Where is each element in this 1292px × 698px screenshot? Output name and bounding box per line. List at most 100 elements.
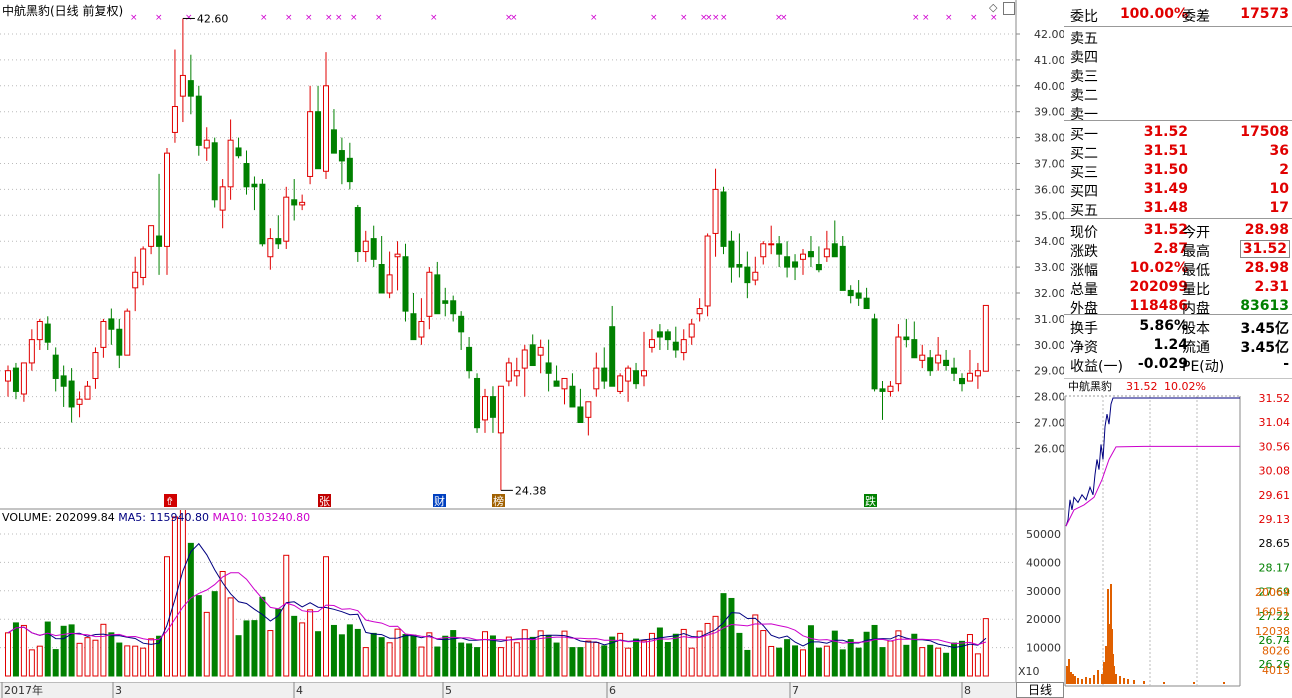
candle-body <box>633 370 640 385</box>
price-tick-label: 34.00 <box>1034 235 1064 248</box>
candle-body <box>362 240 369 253</box>
quote-panel: 委比 100.00% 委差 17573 卖五 卖四 卖三 卖二 卖一 买一 31.52 17… <box>1064 0 1292 378</box>
candle-body <box>386 274 393 294</box>
diamond-icon[interactable]: ◇ <box>989 1 997 14</box>
volume-bar <box>386 642 393 677</box>
candle-body <box>52 354 59 379</box>
date-tick-label: 6 <box>609 684 616 697</box>
intraday-tick-label: 30.08 <box>1259 465 1291 478</box>
candle-body <box>529 344 536 367</box>
candle-body <box>394 253 401 258</box>
candle-body <box>497 385 504 434</box>
candle-body <box>267 238 274 258</box>
volume-bar <box>482 631 488 677</box>
bid-volume: 17508 <box>1240 124 1289 140</box>
marker-x: × <box>912 13 920 23</box>
volume-bar <box>720 593 727 677</box>
event-marker[interactable]: 跌 <box>864 494 877 508</box>
volume-bar <box>760 630 767 677</box>
date-tick-label: 5 <box>445 684 452 697</box>
candle-body <box>712 188 719 234</box>
candle-body <box>943 359 950 367</box>
volume-bar <box>839 649 846 677</box>
candle-body <box>768 243 775 246</box>
volume-bar <box>927 644 934 677</box>
volume-bar <box>601 645 608 677</box>
stat-row: 收益(一) -0.029 PE(动) - <box>1064 354 1292 376</box>
candle-body <box>959 377 965 385</box>
volume-bar <box>36 645 43 677</box>
intraday-tick-label: 28.17 <box>1259 561 1291 574</box>
candle-body <box>219 186 226 211</box>
volume-chart[interactable]: 50000 40000 30000 20000 10000 X10 <box>0 510 1064 682</box>
candle[interactable] <box>211 137 218 208</box>
candle-body <box>346 157 353 183</box>
volume-legend: VOLUME: 202099.84 MA5: 115940.80 MA10: 1… <box>2 511 310 524</box>
marker-x: × <box>305 13 313 23</box>
volume-bar <box>505 636 512 677</box>
volume-bar <box>370 632 377 677</box>
stat-value: 10.02% <box>1129 260 1188 276</box>
candle[interactable] <box>704 233 711 317</box>
period-button[interactable]: 日线 <box>1016 682 1064 698</box>
date-axis: 2017年 3 4 5 6 7 8 <box>0 682 1064 698</box>
candlestick-chart[interactable]: 42.00 41.00 40.00 39.00 38.00 37.00 36.00 35.00… <box>0 0 1064 510</box>
intraday-vol-tick-label: 4013 <box>1262 664 1290 677</box>
volume-bar <box>943 652 950 677</box>
event-marker[interactable]: 张 <box>318 494 331 508</box>
volume-value: VOLUME: 202099.84 <box>2 511 115 524</box>
candle-body <box>656 331 663 338</box>
candle[interactable] <box>982 304 989 372</box>
marker-x: × <box>720 13 728 23</box>
volume-bar <box>887 640 894 677</box>
candle-body <box>935 354 942 364</box>
intraday-chart[interactable]: 中航黑豹 31.52 10.02% 31.52 31.04 30.56 30.08 29… <box>1064 378 1292 698</box>
candle[interactable] <box>474 373 481 433</box>
volume-bar <box>108 632 115 677</box>
marker-x: × <box>970 13 978 23</box>
candle-body <box>887 385 894 392</box>
candle-body <box>831 243 838 258</box>
candle-body <box>211 142 218 201</box>
volume-bar <box>712 615 719 677</box>
marker-x: × <box>130 13 138 23</box>
volume-bar <box>585 640 592 677</box>
event-marker[interactable]: 榜 <box>492 494 505 508</box>
candle[interactable] <box>617 373 624 395</box>
candle-body <box>195 95 202 146</box>
volume-bar <box>521 629 528 677</box>
stat-value: 202099 <box>1129 279 1188 295</box>
candle-body <box>577 406 584 423</box>
scrollbar-toggle-icon[interactable] <box>1003 2 1015 15</box>
bid-price: 31.50 <box>1143 162 1188 178</box>
candle[interactable] <box>195 85 202 156</box>
intraday-name: 中航黑豹 <box>1068 379 1112 393</box>
volume-bar <box>291 615 298 677</box>
candle[interactable] <box>871 313 878 392</box>
volume-bar <box>664 641 671 677</box>
volume-bar <box>338 634 345 677</box>
volume-bar <box>744 649 751 677</box>
candle[interactable] <box>720 186 727 255</box>
chart-title: 中航黑豹(日线 前复权) <box>2 4 124 18</box>
volume-bar <box>116 642 123 677</box>
event-marker-label: 财 <box>434 494 445 508</box>
event-marker[interactable]: 财 <box>433 494 446 508</box>
stat-label: 内盘 <box>1182 301 1210 317</box>
volume-bar <box>847 639 854 677</box>
volume-bar <box>378 637 385 677</box>
volume-bar <box>354 628 361 677</box>
candle[interactable] <box>124 308 131 356</box>
candle-body <box>569 385 576 408</box>
candle[interactable] <box>259 179 266 247</box>
event-marker[interactable]: ⇮ <box>164 494 177 508</box>
price-tick-label: 41.00 <box>1034 54 1064 67</box>
bid-price: 31.52 <box>1143 124 1188 140</box>
intraday-vol-tick-label: 20064 <box>1255 586 1290 599</box>
stat-label: 外盘 <box>1070 301 1098 317</box>
candle-body <box>171 106 178 133</box>
x10-label: X10 <box>1018 665 1040 678</box>
stat-value: 31.52 <box>1239 240 1291 258</box>
weibi-label: 委比 <box>1070 9 1098 25</box>
candle-body <box>36 320 43 341</box>
